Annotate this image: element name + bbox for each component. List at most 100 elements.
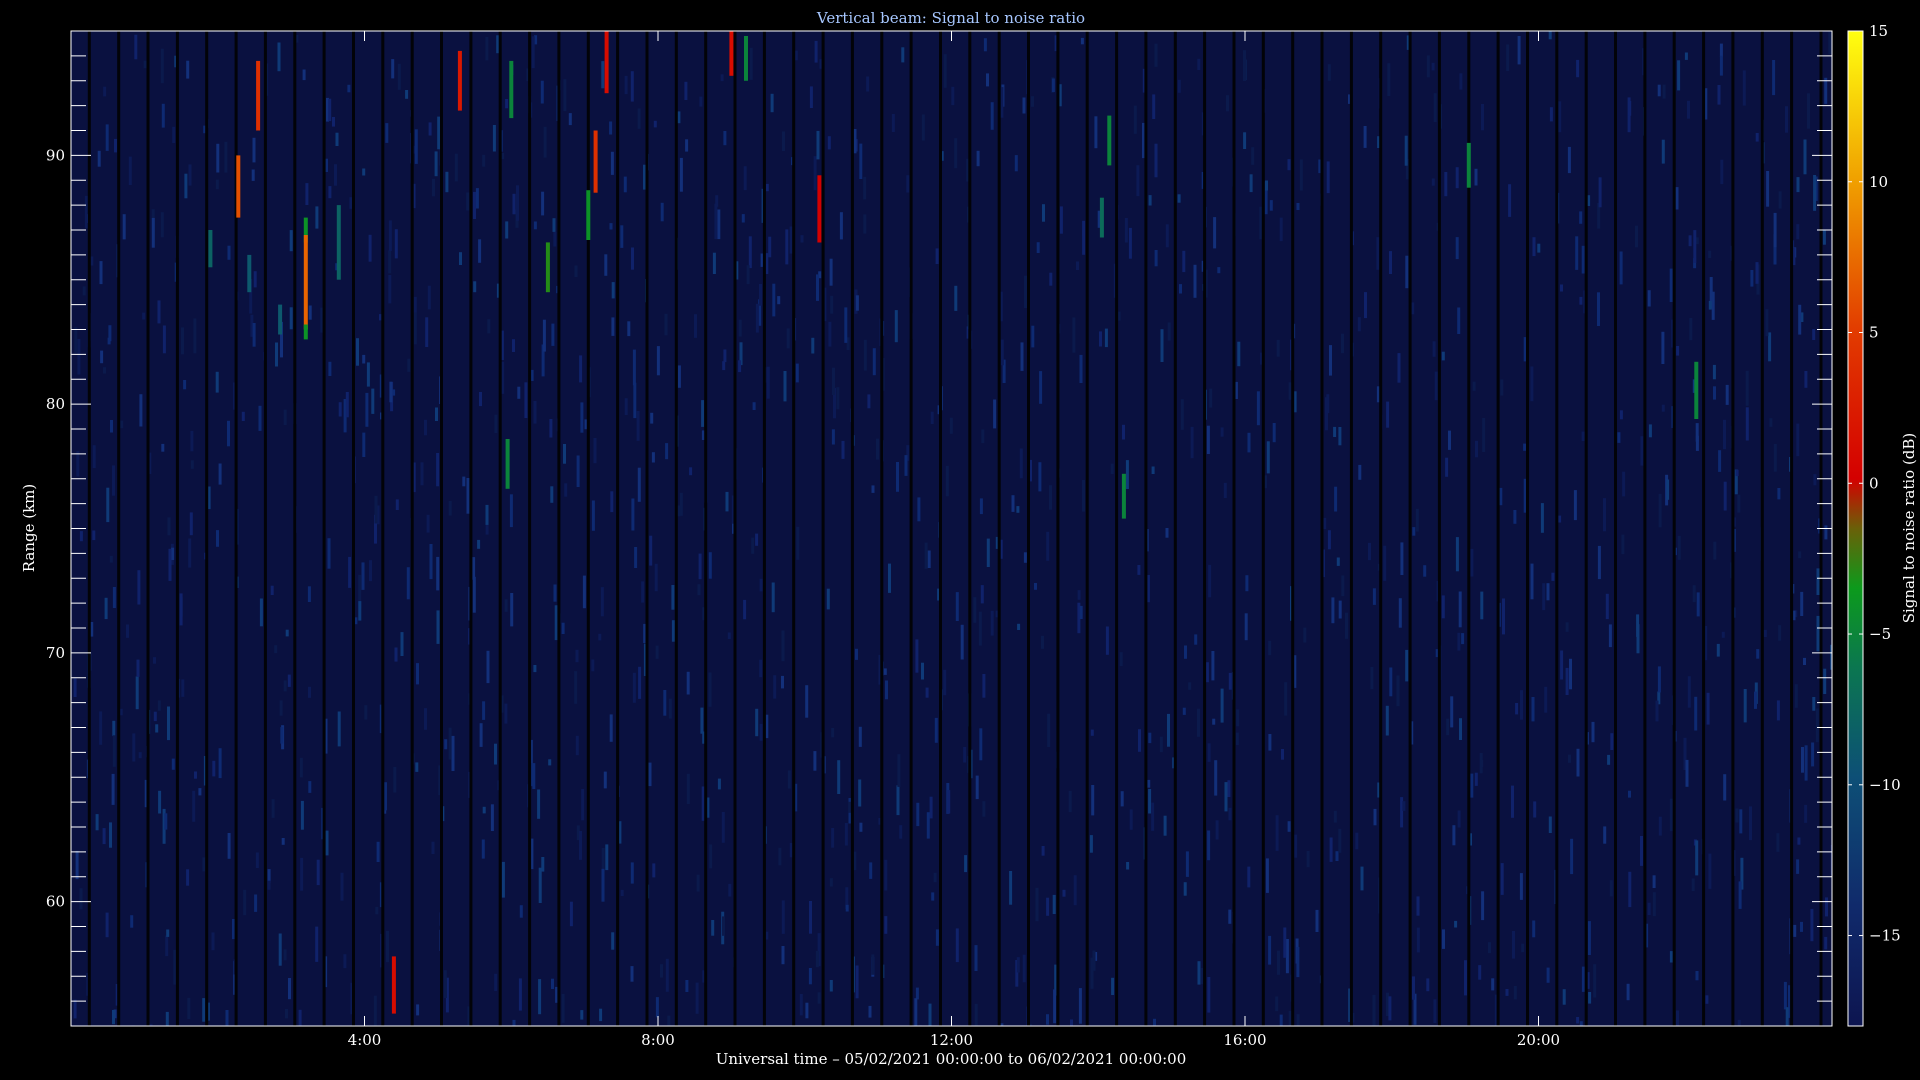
- echo-event: [1099, 197, 1104, 238]
- noise-speck: [827, 136, 831, 150]
- noise-speck: [1474, 772, 1478, 786]
- noise-speck: [1755, 262, 1759, 284]
- noise-speck: [986, 73, 989, 87]
- noise-speck: [1696, 592, 1700, 617]
- noise-speck: [1165, 528, 1169, 538]
- noise-speck: [482, 154, 486, 167]
- noise-speck: [1125, 460, 1129, 489]
- noise-speck: [817, 992, 821, 1004]
- echo-event: [391, 956, 396, 1014]
- noise-speck: [896, 785, 900, 816]
- noise-speck: [1482, 418, 1486, 452]
- noise-speck: [166, 929, 170, 937]
- noise-speck: [364, 705, 368, 720]
- noise-speck: [1804, 371, 1808, 388]
- data-gap: [909, 31, 913, 1026]
- noise-speck: [1588, 992, 1592, 1004]
- noise-speck: [1597, 292, 1600, 326]
- data-gap: [1643, 31, 1647, 1026]
- noise-speck: [335, 132, 339, 146]
- noise-speck: [836, 387, 840, 410]
- noise-speck: [1785, 106, 1788, 133]
- noise-speck: [1769, 418, 1773, 427]
- noise-speck: [274, 645, 278, 654]
- data-gap: [87, 31, 91, 1026]
- noise-speck: [915, 987, 919, 1000]
- noise-speck: [805, 1002, 809, 1019]
- data-gap: [1702, 31, 1706, 1026]
- noise-speck: [1448, 430, 1451, 450]
- noise-speck: [1692, 585, 1696, 603]
- noise-speck: [631, 498, 635, 531]
- noise-speck: [434, 151, 438, 177]
- noise-speck: [1227, 780, 1231, 797]
- noise-speck: [979, 498, 983, 515]
- noise-speck: [711, 920, 715, 936]
- noise-speck: [448, 727, 452, 760]
- colorbar-tick-label: −15: [1869, 927, 1901, 945]
- noise-speck: [388, 220, 392, 251]
- noise-speck: [327, 538, 331, 569]
- noise-speck: [1474, 168, 1478, 186]
- noise-speck: [143, 60, 147, 69]
- noise-speck: [1576, 748, 1580, 777]
- noise-speck: [371, 388, 375, 414]
- noise-speck: [655, 645, 659, 659]
- noise-speck: [1038, 462, 1042, 492]
- noise-speck: [435, 407, 438, 421]
- noise-speck: [1104, 328, 1108, 348]
- y-tick-label: 70: [46, 644, 65, 662]
- echo-event: [256, 60, 261, 131]
- data-gap: [410, 31, 414, 1026]
- noise-speck: [743, 599, 747, 620]
- data-gap: [821, 31, 825, 1026]
- noise-speck: [1742, 70, 1746, 106]
- noise-speck: [1581, 966, 1585, 992]
- noise-speck: [1094, 116, 1098, 149]
- noise-speck: [211, 932, 215, 951]
- noise-speck: [1794, 684, 1798, 708]
- noise-speck: [1188, 682, 1192, 690]
- noise-speck: [632, 672, 636, 703]
- noise-speck: [1376, 237, 1380, 270]
- noise-speck: [1389, 667, 1393, 697]
- noise-speck: [436, 556, 440, 591]
- noise-speck: [198, 788, 202, 796]
- noise-speck: [634, 547, 638, 568]
- noise-speck: [395, 499, 399, 510]
- noise-speck: [579, 831, 582, 860]
- noise-speck: [1405, 649, 1409, 682]
- noise-speck: [1126, 862, 1130, 870]
- noise-speck: [599, 1008, 603, 1022]
- noise-speck: [1329, 345, 1332, 376]
- data-gap: [498, 31, 502, 1026]
- noise-speck: [1009, 871, 1013, 905]
- noise-speck: [1336, 557, 1340, 566]
- noise-speck: [1801, 747, 1804, 773]
- noise-speck: [1022, 97, 1026, 114]
- noise-speck: [863, 176, 867, 200]
- data-gap: [1790, 31, 1794, 1026]
- noise-speck: [75, 850, 79, 880]
- noise-speck: [575, 735, 579, 756]
- noise-speck: [869, 862, 873, 879]
- noise-speck: [181, 327, 184, 355]
- noise-speck: [1387, 63, 1391, 96]
- data-gap: [440, 31, 443, 1026]
- noise-speck: [1363, 126, 1367, 148]
- noise-speck: [1105, 626, 1109, 655]
- noise-speck: [106, 487, 110, 523]
- noise-speck: [1515, 703, 1519, 715]
- colorbar-tick-label: 10: [1869, 173, 1888, 191]
- noise-speck: [741, 214, 745, 223]
- noise-speck: [1211, 651, 1215, 681]
- noise-speck: [1676, 346, 1680, 356]
- noise-speck: [1778, 191, 1782, 209]
- noise-speck: [781, 900, 785, 934]
- noise-speck: [1136, 165, 1140, 197]
- noise-speck: [1441, 351, 1445, 361]
- noise-speck: [1684, 52, 1688, 60]
- noise-speck: [1035, 887, 1039, 922]
- noise-speck: [1695, 423, 1699, 442]
- noise-speck: [477, 539, 481, 549]
